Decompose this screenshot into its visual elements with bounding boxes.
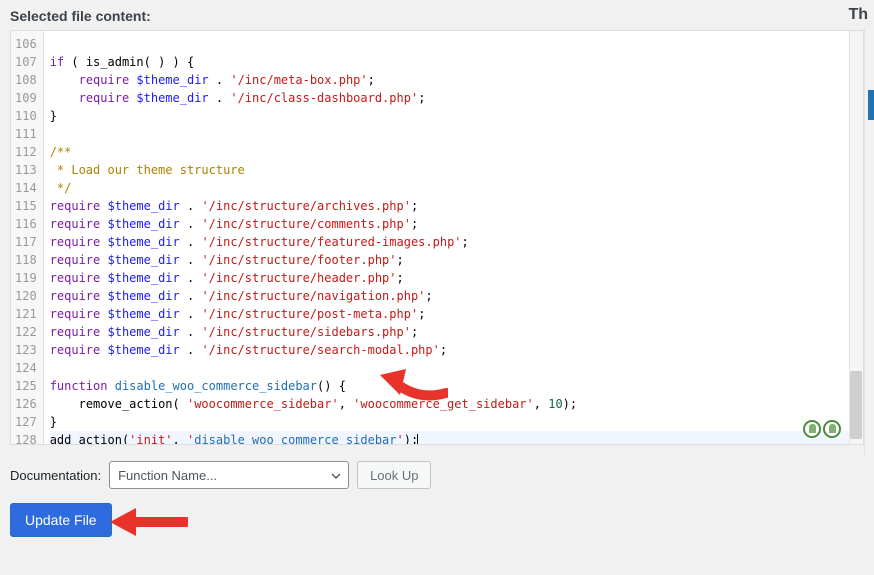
right-blue-fragment bbox=[868, 90, 874, 120]
vertical-scrollbar[interactable] bbox=[849, 31, 863, 444]
code-line[interactable]: require $theme_dir . '/inc/structure/arc… bbox=[50, 197, 857, 215]
code-line[interactable]: if ( is_admin( ) ) { bbox=[50, 53, 857, 71]
code-line[interactable]: /** bbox=[50, 143, 857, 161]
function-select[interactable]: Function Name... bbox=[109, 461, 349, 489]
code-line[interactable]: function disable_woo_commerce_sidebar() … bbox=[50, 377, 857, 395]
code-line[interactable]: require $theme_dir . '/inc/structure/pos… bbox=[50, 305, 857, 323]
code-line[interactable]: require $theme_dir . '/inc/structure/nav… bbox=[50, 287, 857, 305]
code-line[interactable]: require $theme_dir . '/inc/structure/foo… bbox=[50, 251, 857, 269]
code-line[interactable]: } bbox=[50, 413, 857, 431]
documentation-label: Documentation: bbox=[10, 468, 101, 483]
badge-icon bbox=[823, 420, 841, 438]
page-title: Selected file content: bbox=[0, 0, 874, 30]
code-editor[interactable]: 1061071081091101111121131141151161171181… bbox=[10, 30, 864, 445]
code-line[interactable]: require $theme_dir . '/inc/structure/com… bbox=[50, 215, 857, 233]
code-line[interactable]: require $theme_dir . '/inc/structure/hea… bbox=[50, 269, 857, 287]
code-line[interactable] bbox=[50, 125, 857, 143]
code-content[interactable]: if ( is_admin( ) ) { require $theme_dir … bbox=[44, 31, 863, 444]
code-line[interactable]: require $theme_dir . '/inc/structure/fea… bbox=[50, 233, 857, 251]
badge-icon bbox=[803, 420, 821, 438]
annotation-arrow-icon bbox=[108, 504, 188, 540]
code-line[interactable] bbox=[50, 359, 857, 377]
right-partial-text: Th bbox=[848, 6, 868, 24]
code-line[interactable]: } bbox=[50, 107, 857, 125]
footer-controls: Documentation: Function Name... Look Up bbox=[0, 457, 874, 489]
code-line[interactable]: require $theme_dir . '/inc/structure/sea… bbox=[50, 341, 857, 359]
code-line[interactable]: */ bbox=[50, 179, 857, 197]
scrollbar-thumb[interactable] bbox=[850, 371, 862, 439]
code-line[interactable]: * Load our theme structure bbox=[50, 161, 857, 179]
editor-badges bbox=[803, 420, 841, 438]
line-gutter: 1061071081091101111121131141151161171181… bbox=[11, 31, 44, 444]
update-file-button[interactable]: Update File bbox=[10, 503, 112, 537]
code-line[interactable]: add_action('init', 'disable_woo_commerce… bbox=[50, 431, 857, 444]
code-line[interactable]: require $theme_dir . '/inc/class-dashboa… bbox=[50, 89, 857, 107]
lookup-button[interactable]: Look Up bbox=[357, 461, 431, 489]
code-line[interactable]: require $theme_dir . '/inc/meta-box.php'… bbox=[50, 71, 857, 89]
code-line[interactable]: remove_action( 'woocommerce_sidebar', 'w… bbox=[50, 395, 857, 413]
code-line[interactable] bbox=[50, 35, 857, 53]
code-line[interactable]: require $theme_dir . '/inc/structure/sid… bbox=[50, 323, 857, 341]
